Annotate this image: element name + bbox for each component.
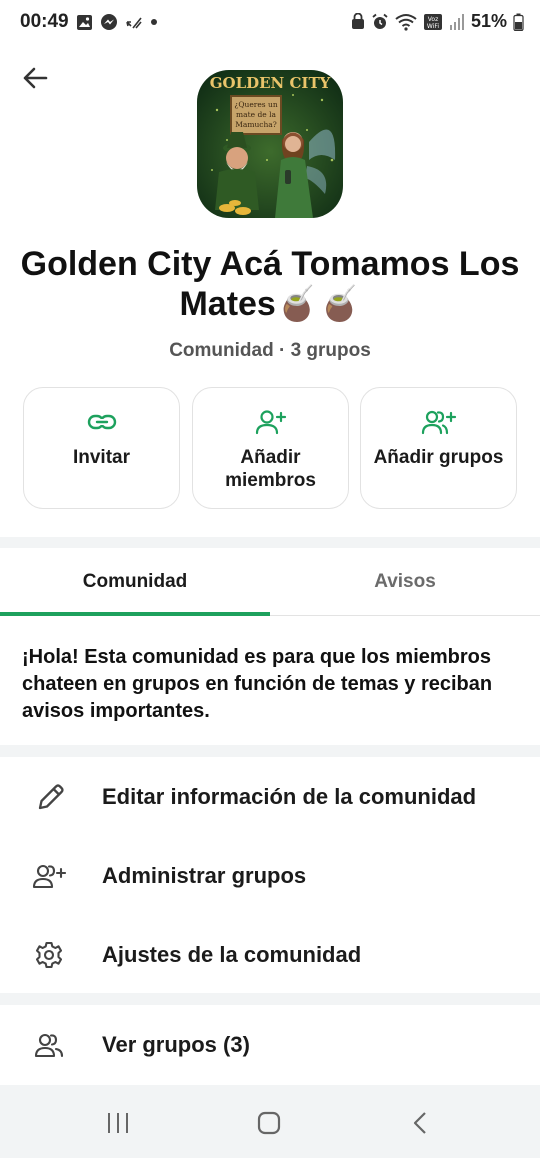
community-description: ¡Hola! Esta comunidad es para que los mi… <box>22 646 493 722</box>
svg-text:mate de la: mate de la <box>236 110 276 119</box>
svg-text:WiFi: WiFi <box>427 23 439 30</box>
add-members-label: Añadir miembros <box>225 447 316 491</box>
svg-text:Mamucha?: Mamucha? <box>235 120 277 129</box>
add-groups-button[interactable]: Añadir grupos <box>360 387 517 509</box>
community-subtitle: Comunidad · 3 grupos <box>169 340 371 361</box>
tab-comunidad[interactable]: Comunidad <box>0 548 270 616</box>
messenger-icon <box>101 14 117 30</box>
back-nav-icon[interactable] <box>406 1111 434 1135</box>
gear-icon <box>35 941 63 969</box>
view-groups-label: Ver grupos (3) <box>102 1032 250 1057</box>
community-settings-label: Ajustes de la comunidad <box>102 942 362 967</box>
system-nav-bar <box>0 1085 540 1158</box>
battery-icon <box>513 13 524 31</box>
back-button[interactable] <box>18 60 54 96</box>
gallery-icon <box>77 14 92 30</box>
avatar-logo-text: GOLDEN CITY <box>210 74 331 92</box>
community-title: Golden City Acá Tomamos Los Mates🧉🧉 <box>20 245 520 323</box>
community-settings-item[interactable]: Ajustes de la comunidad <box>0 920 540 990</box>
add-group-icon <box>421 410 456 435</box>
dot-icon <box>151 19 157 25</box>
missed-call-icon <box>126 17 142 29</box>
edit-community-info-item[interactable]: Editar información de la comunidad <box>0 762 540 832</box>
alarm-icon <box>372 13 388 29</box>
status-time: 00:49 <box>20 11 69 32</box>
manage-groups-item[interactable]: Administrar grupos <box>0 841 540 911</box>
edit-community-info-label: Editar información de la comunidad <box>102 784 477 809</box>
wifi-icon <box>395 13 417 31</box>
svg-text:¿Queres un: ¿Queres un <box>234 100 278 109</box>
battery-percent: 51% <box>470 11 507 31</box>
manage-groups-icon <box>32 864 66 889</box>
section-divider <box>0 745 540 757</box>
invite-label: Invitar <box>72 447 131 468</box>
add-groups-label: Añadir grupos <box>373 447 504 468</box>
tab-active-indicator <box>0 612 270 616</box>
add-person-icon <box>255 410 286 435</box>
pencil-icon <box>38 784 64 810</box>
groups-icon <box>34 1033 64 1058</box>
svg-text:Voz: Voz <box>428 16 438 23</box>
section-divider <box>0 993 540 1005</box>
home-icon[interactable] <box>255 1111 283 1135</box>
community-avatar-image: GOLDEN CITY ¿Queres un mate de la Mamuch… <box>197 70 343 218</box>
view-groups-item[interactable]: Ver grupos (3) <box>0 1010 540 1080</box>
lock-icon <box>351 13 364 29</box>
arrow-left-icon <box>23 67 48 89</box>
manage-groups-label: Administrar grupos <box>102 863 307 888</box>
status-bar: 00:49 Voz WiFi 51% <box>0 0 540 48</box>
community-avatar[interactable]: GOLDEN CITY ¿Queres un mate de la Mamuch… <box>197 70 343 218</box>
invite-button[interactable]: Invitar <box>23 387 180 509</box>
section-divider <box>0 537 540 548</box>
link-icon <box>87 414 116 430</box>
recent-apps-icon[interactable] <box>104 1111 132 1135</box>
signal-icon <box>449 13 464 30</box>
tab-avisos[interactable]: Avisos <box>270 548 540 616</box>
vowifi-icon: VozWiFi <box>423 13 442 30</box>
add-members-button[interactable]: Añadir miembros <box>192 387 349 509</box>
